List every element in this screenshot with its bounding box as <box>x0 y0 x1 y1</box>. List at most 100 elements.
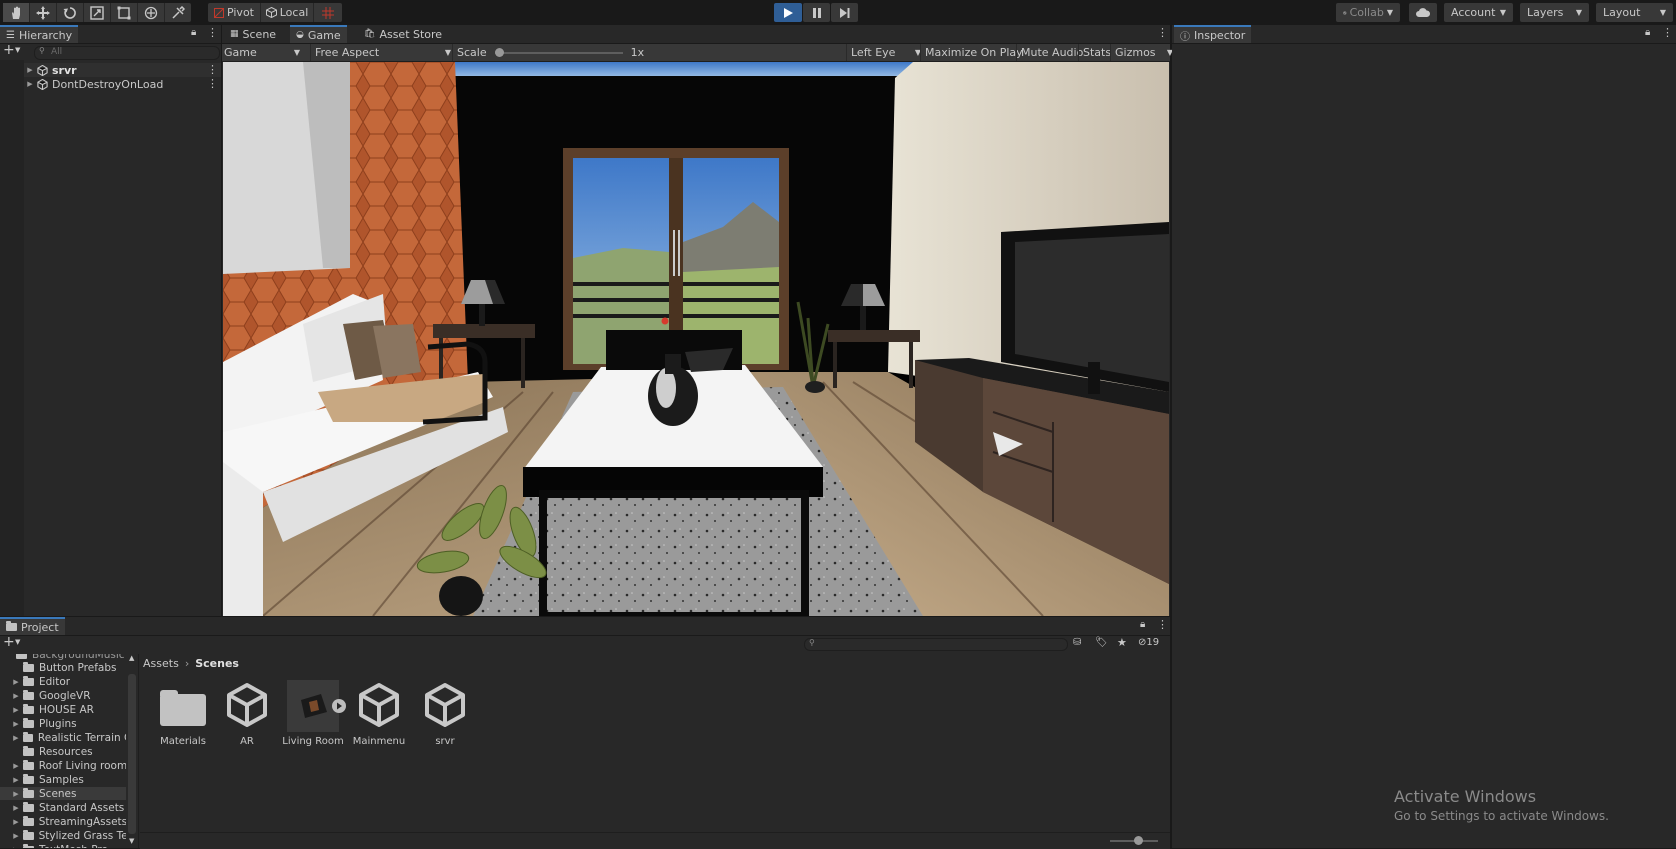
label-tag-icon[interactable]: 🏷︎ <box>1095 637 1108 648</box>
expand-arrow-icon[interactable]: ▶ <box>12 734 20 742</box>
expand-arrow-icon[interactable]: ▶ <box>12 776 20 784</box>
kebab-menu-icon[interactable]: ⋮ <box>207 26 218 39</box>
hidden-packages-toggle[interactable]: ⊘19 <box>1138 637 1159 648</box>
asset-living-room[interactable]: Living Room <box>282 680 346 747</box>
cloud-button[interactable] <box>1409 3 1437 22</box>
expand-arrow-icon[interactable]: ▶ <box>12 832 20 840</box>
lock-icon[interactable]: 🔒︎ <box>1645 27 1650 38</box>
expand-arrow-icon[interactable]: ▶ <box>12 804 20 812</box>
custom-tool-icon[interactable] <box>165 3 191 22</box>
play-icon <box>784 7 793 18</box>
asset-ar[interactable]: AR <box>216 680 278 747</box>
folder-row[interactable]: ▶ Roof Living room <box>0 759 126 772</box>
folder-label: Editor <box>39 675 71 688</box>
tab-asset-store[interactable]: 🛍︎ Asset Store <box>358 25 448 43</box>
add-icon[interactable]: + <box>3 634 15 650</box>
icon-size-slider-thumb[interactable] <box>1134 836 1143 845</box>
folder-row[interactable]: ▶ Scenes <box>0 787 126 800</box>
row-menu-icon[interactable]: ⋮ <box>207 63 218 76</box>
gamepad-icon: ◒ <box>296 30 304 40</box>
kebab-menu-icon[interactable]: ⋮ <box>1662 26 1673 39</box>
gizmos-dropdown[interactable]: Gizmos ▼ <box>1110 44 1173 61</box>
local-cube-icon <box>265 7 277 18</box>
mute-audio-toggle[interactable]: Mute Audio <box>1016 44 1087 61</box>
tab-inspector[interactable]: ⓘ Inspector <box>1174 25 1252 43</box>
step-button[interactable] <box>831 3 858 22</box>
folder-tree-scrollbar[interactable] <box>128 674 136 834</box>
asset-mainmenu[interactable]: Mainmenu <box>348 680 410 747</box>
game-viewport[interactable] <box>223 62 1169 616</box>
lock-icon[interactable]: 🔒︎ <box>1140 619 1145 630</box>
expand-prefab-icon[interactable] <box>332 699 346 713</box>
tab-hierarchy[interactable]: ☰ Hierarchy <box>0 25 79 43</box>
pause-button[interactable] <box>803 3 830 22</box>
folder-row[interactable]: ▶ Editor <box>0 675 126 688</box>
hand-tool-icon[interactable] <box>3 3 30 22</box>
folder-row[interactable]: ▶ Standard Assets <box>0 801 126 814</box>
play-button[interactable] <box>774 3 802 22</box>
expand-arrow-icon[interactable]: ▶ <box>12 720 20 728</box>
move-tool-icon[interactable] <box>30 3 57 22</box>
folder-row[interactable]: ▶TextMesh Pro <box>0 843 126 848</box>
lock-icon[interactable]: 🔒︎ <box>191 27 196 38</box>
maximize-on-play-toggle[interactable]: Maximize On Play <box>920 44 1025 61</box>
expand-arrow-icon[interactable]: ▶ <box>12 762 20 770</box>
expand-arrow-icon[interactable]: ▶ <box>12 790 20 798</box>
expand-arrow-icon[interactable]: ▶ <box>12 678 20 686</box>
main-toolbar: Pivot Local Collab ▼ Account ▼ Layers ▼ … <box>0 0 1676 25</box>
grid-snap-toggle[interactable] <box>314 3 342 22</box>
display-dropdown[interactable]: Game ▼ <box>224 44 300 61</box>
local-toggle[interactable]: Local <box>261 3 314 22</box>
hierarchy-search-input[interactable]: ⚲ All <box>34 46 220 60</box>
account-dropdown[interactable]: Account ▼ <box>1444 3 1513 22</box>
folder-row[interactable]: ▶ HOUSE AR <box>0 703 126 716</box>
pivot-toggle[interactable]: Pivot <box>208 3 261 22</box>
expand-arrow-icon[interactable]: ▶ <box>26 66 34 74</box>
add-dropdown-icon[interactable]: ▼ <box>15 46 20 54</box>
folder-row[interactable]: ▶ Realistic Terrain C <box>0 731 126 744</box>
expand-arrow-icon[interactable]: ▶ <box>12 818 20 826</box>
project-search-input[interactable]: ⚲ <box>804 638 1068 651</box>
asset-srvr[interactable]: srvr <box>414 680 476 747</box>
rect-tool-icon[interactable] <box>111 3 138 22</box>
add-dropdown-icon[interactable]: ▼ <box>15 638 20 646</box>
kebab-menu-icon[interactable]: ⋮ <box>1157 618 1168 631</box>
aspect-dropdown[interactable]: Free Aspect ▼ <box>310 44 451 61</box>
folder-row[interactable]: Button Prefabs <box>0 661 126 674</box>
folder-row[interactable]: Resources <box>0 745 126 758</box>
scroll-up-icon[interactable]: ▲ <box>129 654 134 662</box>
breadcrumb-scenes[interactable]: Scenes <box>195 657 239 670</box>
rotate-tool-icon[interactable] <box>57 3 84 22</box>
scale-slider[interactable] <box>494 47 623 58</box>
collab-dropdown[interactable]: Collab ▼ <box>1336 3 1400 22</box>
folder-row[interactable]: ▶ Plugins <box>0 717 126 730</box>
scroll-down-icon[interactable]: ▼ <box>129 837 134 845</box>
folder-row[interactable]: ▶ Stylized Grass Te <box>0 829 126 842</box>
hierarchy-title: Hierarchy <box>18 28 73 42</box>
asset-materials[interactable]: Materials <box>152 680 214 747</box>
transform-tool-icon[interactable] <box>138 3 165 22</box>
folder-row[interactable]: ▶ GoogleVR <box>0 689 126 702</box>
tab-scene[interactable]: ▦ Scene <box>224 25 282 43</box>
folder-row[interactable]: ▶ StreamingAssets <box>0 815 126 828</box>
add-icon[interactable]: + <box>3 42 15 58</box>
favorite-star-icon[interactable]: ★ <box>1117 636 1127 649</box>
hierarchy-row-srvr[interactable]: ▶ srvr ⋮ <box>0 63 221 77</box>
eye-dropdown[interactable]: Left Eye ▼ <box>846 44 921 61</box>
layers-dropdown[interactable]: Layers ▼ <box>1520 3 1589 22</box>
scale-slider-thumb[interactable] <box>494 47 504 57</box>
expand-arrow-icon[interactable]: ▶ <box>12 706 20 714</box>
folder-row[interactable]: ▶ Samples <box>0 773 126 786</box>
unity-scene-icon <box>37 78 48 90</box>
row-menu-icon[interactable]: ⋮ <box>207 77 218 90</box>
breadcrumb-assets[interactable]: Assets <box>143 657 179 670</box>
expand-arrow-icon[interactable]: ▶ <box>12 692 20 700</box>
scale-tool-icon[interactable] <box>84 3 111 22</box>
tab-game[interactable]: ◒ Game <box>290 25 347 43</box>
kebab-menu-icon[interactable]: ⋮ <box>1157 26 1168 39</box>
tab-project[interactable]: Project <box>0 617 65 635</box>
hierarchy-row-dontdestroyonload[interactable]: ▶ DontDestroyOnLoad ⋮ <box>0 77 221 91</box>
expand-arrow-icon[interactable]: ▶ <box>26 80 34 88</box>
search-by-type-icon[interactable]: ⛁ <box>1073 637 1081 648</box>
layout-dropdown[interactable]: Layout ▼ <box>1596 3 1673 22</box>
